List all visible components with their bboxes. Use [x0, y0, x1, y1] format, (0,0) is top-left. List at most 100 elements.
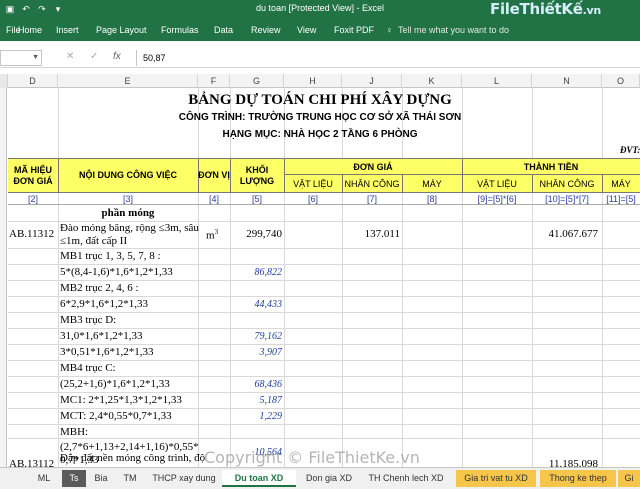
project-name: CÔNG TRÌNH: TRƯỜNG TRUNG HỌC CƠ SỞ XÃ TH… [178, 112, 462, 123]
header-don-gia-group: ĐƠN GIÁ [353, 162, 393, 172]
header-ma-hieu-1: MÃ HIỆU [14, 165, 52, 175]
ref-3: [3] [122, 194, 133, 204]
unit-note: ĐVT: [620, 145, 640, 155]
row-1-thanh-tien-nc[interactable]: 41.067.677 [532, 228, 599, 240]
fx-icon[interactable]: fx [113, 51, 121, 62]
enter-icon[interactable]: ✓ [90, 51, 98, 62]
column-header-d[interactable]: D [8, 74, 58, 88]
detail-mct-formula[interactable]: MCT: 2,4*0,55*0,7*1,33 [60, 410, 172, 422]
sheet-tab-th-chenh-lech-xd[interactable]: TH Chenh lech XD [362, 470, 450, 487]
column-header-n[interactable]: N [532, 74, 602, 88]
sheet-tab-thong-ke-thep[interactable]: Thong ke thep [540, 470, 616, 487]
ref-8: [8] [426, 194, 437, 204]
ref-5: [5] [251, 194, 262, 204]
row-2-desc[interactable]: Đắp đất nền móng công trình, độ [60, 452, 205, 464]
detail-mb3-value-2[interactable]: 3,907 [230, 347, 283, 358]
column-header-e[interactable]: E [58, 74, 198, 88]
row-1-unit[interactable]: m3 [206, 228, 218, 242]
select-all-corner[interactable] [0, 74, 8, 88]
row-1-desc-line-1[interactable]: Đào móng băng, rộng ≤3m, sâu [60, 222, 199, 234]
tab-foxit-pdf[interactable]: Foxit PDF [334, 25, 374, 35]
detail-mb4-formula[interactable]: (25,2+1,6)*1,6*1,2*1,33 [60, 378, 170, 390]
detail-mb1-formula[interactable]: 5*(8,4-1,6)*1,6*1,2*1,33 [60, 266, 173, 278]
row-1-code[interactable]: AB.11312 [9, 228, 54, 240]
column-headers: D E F G H J K L N O [0, 74, 640, 88]
logo-part-vn: .vn [582, 4, 602, 17]
logo-part-ke: Kế [561, 0, 583, 18]
ribbon-tabs: File Home Insert Page Layout Formulas Da… [0, 19, 640, 41]
column-header-j[interactable]: J [342, 74, 402, 88]
tab-data[interactable]: Data [214, 25, 233, 35]
column-header-k[interactable]: K [402, 74, 462, 88]
detail-mb1-value[interactable]: 86,822 [230, 267, 283, 278]
ref-6: [6] [307, 194, 318, 204]
row-1-unit-text: m [206, 229, 215, 242]
sheet-tab-don-gia-xd[interactable]: Don gia XD [298, 470, 360, 487]
detail-mb2-label[interactable]: MB2 trục 2, 4, 6 : [60, 282, 139, 294]
column-header-f[interactable]: F [198, 74, 230, 88]
header-may-2: MÁY [611, 179, 631, 189]
section-title: phần móng [101, 207, 155, 219]
header-vat-lieu: VẬT LIỆU [293, 179, 333, 189]
tab-home[interactable]: Home [18, 25, 42, 35]
sheet-tabs-bar: ML Ts Bia TM THCP xay dung Du toan XD Do… [0, 467, 640, 489]
logo-part-file: File [490, 0, 520, 18]
tab-insert[interactable]: Insert [56, 25, 79, 35]
sheet-tab-gi[interactable]: Gi [618, 470, 640, 487]
lightbulb-icon: ♀ [386, 25, 393, 35]
detail-mb4-value[interactable]: 68,436 [230, 379, 283, 390]
sheet-tab-du-toan-xd[interactable]: Du toan XD [222, 470, 296, 487]
column-header-l[interactable]: L [462, 74, 532, 88]
formula-bar: ▼ ✕ ✓ fx 50,87 [0, 48, 640, 68]
sheet-tab-bia[interactable]: Bia [86, 470, 116, 487]
row-headers [0, 88, 7, 467]
column-header-h[interactable]: H [284, 74, 342, 88]
tab-formulas[interactable]: Formulas [161, 25, 199, 35]
cancel-icon[interactable]: ✕ [66, 51, 74, 62]
ref-4: [4] [208, 194, 219, 204]
row-1-nhan-cong[interactable]: 137.011 [342, 228, 400, 240]
sheet-tab-gia-tri-vat-tu-xd[interactable]: Gia tri vat tu XD [456, 470, 536, 487]
tab-view[interactable]: View [297, 25, 316, 35]
header-thanh-tien-group: THÀNH TIỀN [523, 162, 579, 172]
detail-mb3-formula-1[interactable]: 31,0*1,6*1,2*1,33 [60, 330, 143, 342]
detail-mb4-label[interactable]: MB4 trục C: [60, 362, 116, 374]
header-nhan-cong-2: NHÂN CÔNG [539, 179, 595, 189]
detail-mb2-formula[interactable]: 6*2,9*1,6*1,2*1,33 [60, 298, 148, 310]
chevron-down-icon[interactable]: ▼ [32, 54, 39, 61]
header-khoi-1: KHỐI [245, 165, 269, 175]
detail-mb3-formula-2[interactable]: 3*0,51*1,6*1,2*1,33 [60, 346, 154, 358]
sheet-tab-thcp-xay-dung[interactable]: THCP xay dung [148, 470, 220, 487]
item-name: HẠNG MỤC: NHÀ HỌC 2 TẦNG 6 PHÒNG [222, 129, 418, 140]
ref-11: [11]=[5] [606, 194, 636, 204]
tell-me-box[interactable]: Tell me what you want to do [398, 25, 509, 35]
header-may: MÁY [422, 179, 442, 189]
column-header-o[interactable]: O [602, 74, 640, 88]
sheet-tab-ts[interactable]: Ts [62, 470, 86, 487]
detail-mb3-value-1[interactable]: 79,162 [230, 331, 283, 342]
filethietke-logo: FileThiếtKế.vn [490, 0, 601, 19]
detail-mct-value[interactable]: 1,229 [230, 411, 283, 422]
title-bar: ▣ ↶ ↷ ▾ du toan [Protected View] - Excel… [0, 0, 640, 19]
detail-mb2-value[interactable]: 44,433 [230, 299, 283, 310]
detail-mc1-value[interactable]: 5,187 [230, 395, 283, 406]
row-1-desc-line-2[interactable]: ≤1m, đất cấp II [60, 235, 127, 247]
ref-9: [9]=[5]*[6] [477, 194, 517, 204]
detail-mbh-label[interactable]: MBH: [60, 426, 88, 438]
row-1-qty[interactable]: 299,740 [230, 228, 282, 240]
tab-page-layout[interactable]: Page Layout [96, 25, 147, 35]
sheet-tab-ml[interactable]: ML [26, 470, 62, 487]
detail-mc1-formula[interactable]: MC1: 2*1,25*1,3*1,2*1,33 [60, 394, 182, 406]
name-box[interactable]: ▼ [0, 50, 42, 66]
ref-7: [7] [366, 194, 377, 204]
formula-input[interactable]: 50,87 [136, 50, 640, 66]
column-header-g[interactable]: G [230, 74, 284, 88]
tab-review[interactable]: Review [251, 25, 281, 35]
worksheet[interactable]: BẢNG DỰ TOÁN CHI PHÍ XÂY DỰNG CÔNG TRÌNH… [0, 88, 640, 467]
header-vat-lieu-2: VẬT LIỆU [477, 179, 517, 189]
sheet-tab-tm[interactable]: TM [116, 470, 144, 487]
detail-mb3-label[interactable]: MB3 trục D: [60, 314, 116, 326]
header-noi-dung: NỘI DUNG CÔNG VIỆC [78, 170, 177, 180]
ref-2: [2] [27, 194, 38, 204]
detail-mb1-label[interactable]: MB1 trục 1, 3, 5, 7, 8 : [60, 250, 161, 262]
